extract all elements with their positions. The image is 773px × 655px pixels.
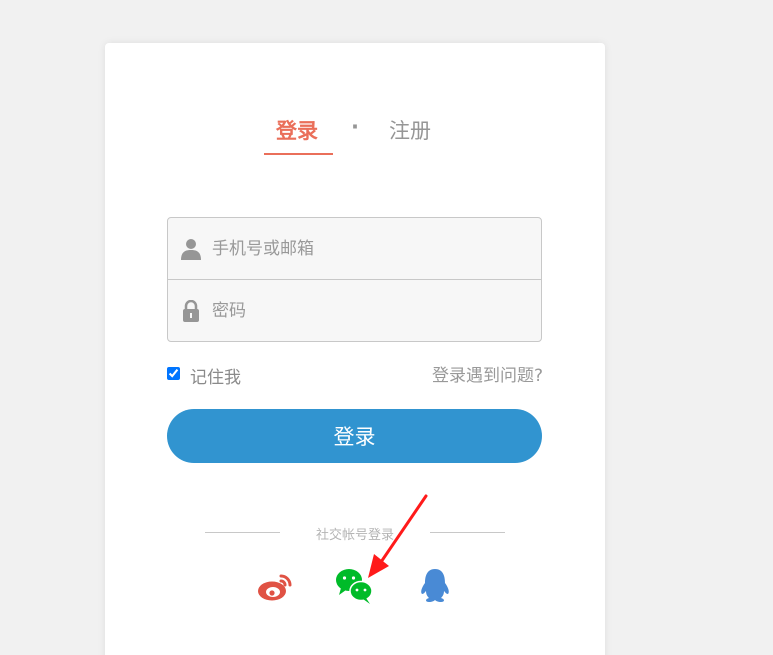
tab-login[interactable]: 登录 — [276, 115, 318, 145]
divider-line-right — [430, 532, 505, 533]
user-icon — [181, 239, 201, 260]
qq-icon[interactable] — [415, 566, 455, 606]
login-help-link[interactable]: 登录遇到问题? — [432, 361, 543, 386]
password-input[interactable] — [212, 290, 532, 332]
lock-icon — [183, 300, 199, 322]
wechat-icon[interactable] — [335, 566, 375, 606]
tab-register[interactable]: 注册 — [389, 115, 431, 145]
tab-separator: · — [351, 115, 359, 139]
account-row — [168, 218, 541, 280]
weibo-icon[interactable] — [255, 566, 295, 606]
credentials-group — [167, 217, 542, 342]
remember-label: 记住我 — [190, 368, 241, 388]
password-row — [168, 280, 541, 342]
login-card: 登录 · 注册 记住我 登录遇到问题? 登录 社交帐号登录 — [105, 43, 605, 655]
login-submit-button[interactable]: 登录 — [167, 409, 542, 463]
auth-tabs: 登录 · 注册 — [105, 115, 605, 157]
active-tab-underline — [264, 153, 333, 155]
remember-checkbox[interactable] — [167, 367, 180, 380]
social-login-heading: 社交帐号登录 — [315, 528, 394, 543]
account-input[interactable] — [212, 228, 532, 270]
divider-line-left — [205, 532, 280, 533]
